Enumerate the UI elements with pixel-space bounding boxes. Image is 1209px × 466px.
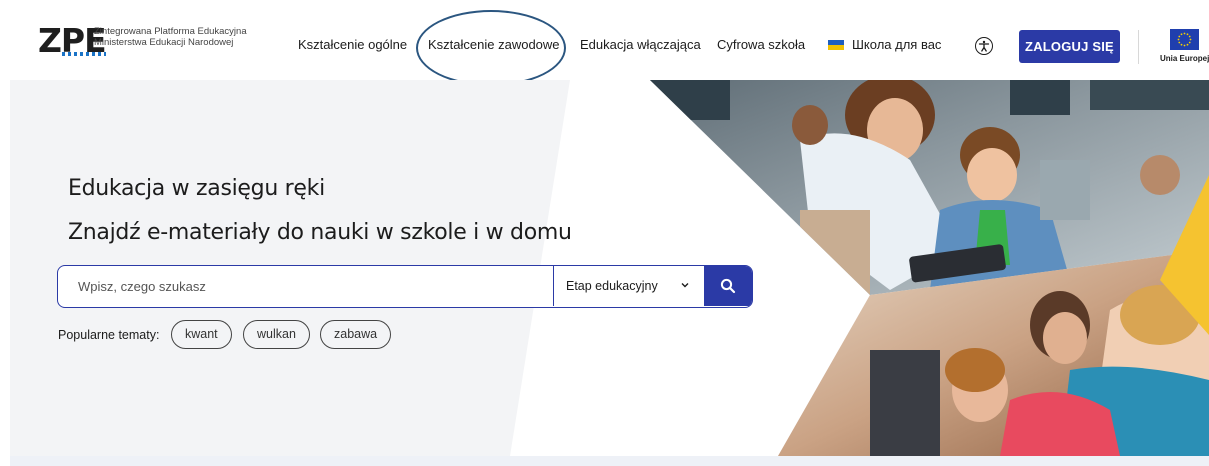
topic-chip-kwant[interactable]: kwant xyxy=(171,320,232,349)
nav-item-cyfrowa-szkola[interactable]: Cyfrowa szkoła xyxy=(717,37,805,53)
logo-dots xyxy=(62,52,106,56)
logo-line-2: Ministerstwa Edukacji Narodowej xyxy=(94,37,234,48)
search-icon xyxy=(720,278,736,294)
search-bar: Etap edukacyjny xyxy=(57,265,753,308)
header-divider xyxy=(1138,30,1139,64)
chevron-down-icon xyxy=(681,283,689,288)
accessibility-icon xyxy=(978,40,990,52)
bottom-strip xyxy=(10,456,1209,466)
topic-chip-wulkan[interactable]: wulkan xyxy=(243,320,310,349)
logo-line-1: Zintegrowana Platforma Edukacyjna xyxy=(94,26,247,37)
hero-title-line-1: Edukacja w zasięgu ręki xyxy=(68,176,325,201)
eu-flag-icon xyxy=(1170,29,1199,50)
search-button[interactable] xyxy=(704,266,752,306)
site-header: ZPE Zintegrowana Platforma Edukacyjna Mi… xyxy=(0,0,1209,86)
education-stage-value: Etap edukacyjny xyxy=(566,279,658,293)
logo-text: Zintegrowana Platforma Edukacyjna Minist… xyxy=(94,26,264,48)
ukraine-flag-icon xyxy=(828,40,844,50)
nav-item-ksztalcenie-zawodowe[interactable]: Kształcenie zawodowe xyxy=(428,37,560,53)
eu-label: Unia Europejska xyxy=(1160,54,1209,63)
nav-item-szkola-dla-was[interactable]: Школа для вас xyxy=(828,37,941,53)
nav-item-edukacja-wlaczajaca[interactable]: Edukacja włączająca xyxy=(580,37,701,53)
login-button[interactable]: ZALOGUJ SIĘ xyxy=(1019,30,1120,63)
nav-item-ukrainian-label: Школа для вас xyxy=(852,37,942,52)
hero-title-line-2: Znajdź e-materiały do nauki w szkole i w… xyxy=(68,220,572,245)
accessibility-button[interactable] xyxy=(975,37,993,55)
nav-item-ksztalcenie-ogolne[interactable]: Kształcenie ogólne xyxy=(298,37,407,53)
popular-topics-label: Popularne tematy: xyxy=(58,328,160,342)
education-stage-select[interactable]: Etap edukacyjny xyxy=(554,266,704,306)
topic-chip-zabawa[interactable]: zabawa xyxy=(320,320,392,349)
search-input[interactable] xyxy=(58,266,553,306)
